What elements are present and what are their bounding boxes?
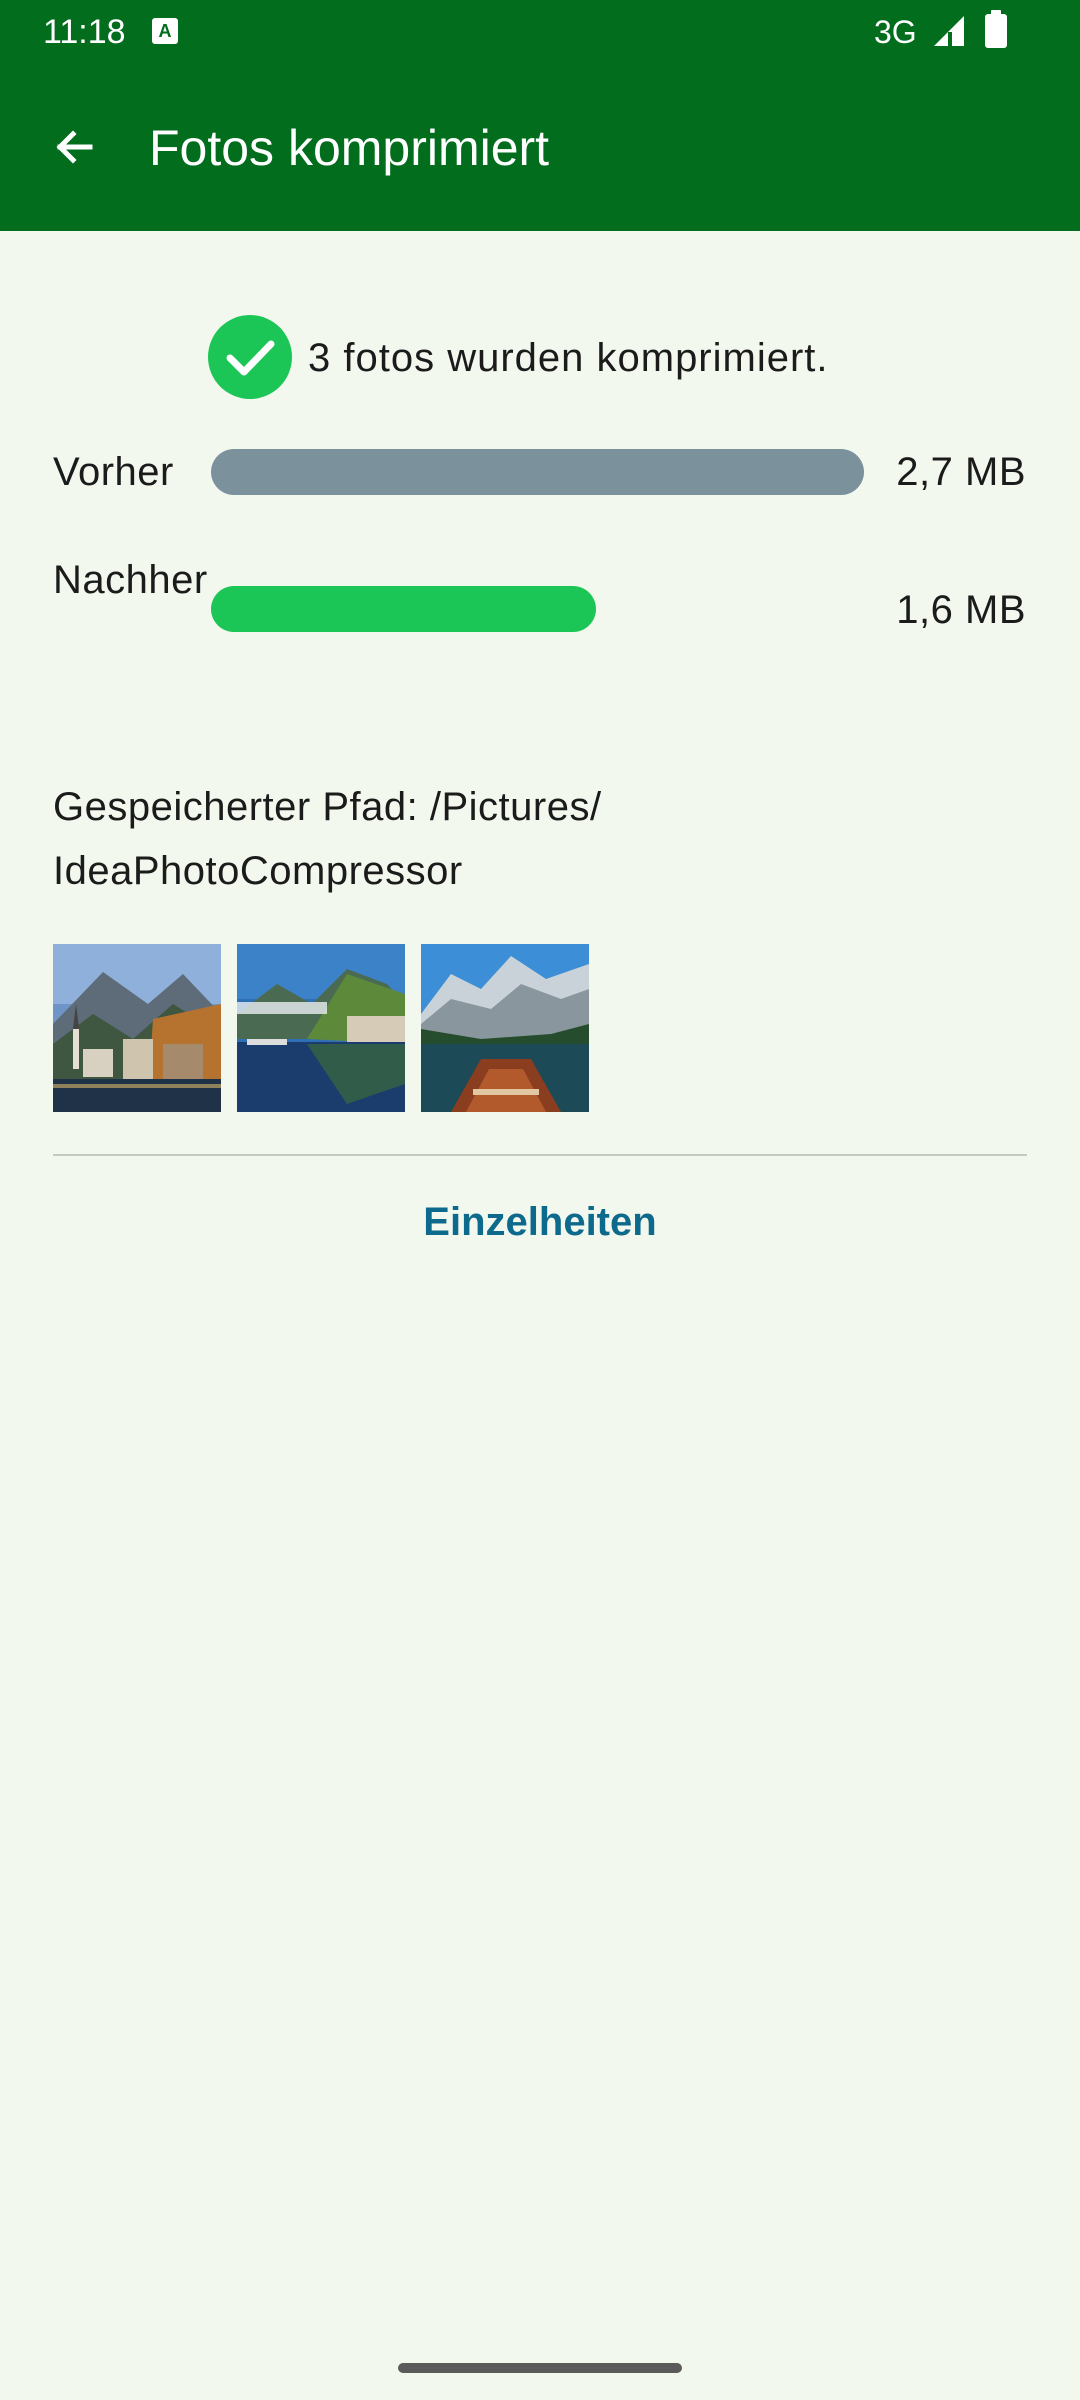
after-bar-fill [211, 586, 597, 632]
battery-icon [985, 10, 1007, 48]
lakeside-village-photo[interactable] [53, 944, 221, 1112]
before-label: Vorher [53, 450, 174, 494]
after-label: Nachher [53, 558, 208, 602]
notification-icon: A [152, 18, 178, 44]
back-button[interactable] [40, 114, 110, 184]
details-button[interactable]: Einzelheiten [340, 1192, 740, 1252]
network-type: 3G [874, 14, 917, 50]
saved-path: Gespeicherter Pfad: /Pictures/ IdeaPhoto… [53, 785, 602, 893]
before-size-bar [211, 449, 864, 495]
result-message: 3 fotos wurden komprimiert. [308, 336, 829, 380]
arrow-left-icon [56, 130, 93, 164]
divider [53, 1154, 1027, 1156]
app-bar: 11:18 A 3G Fotos komprimiert [0, 0, 1080, 231]
page-title: Fotos komprimiert [149, 120, 550, 176]
before-size: 2,7 MB [896, 450, 1026, 494]
boat-mountain-lake-photo[interactable] [421, 944, 589, 1112]
status-time: 11:18 [43, 13, 126, 51]
after-size-bar [211, 586, 864, 632]
after-size: 1,6 MB [896, 588, 1026, 632]
mountain-lake-reflection-photo[interactable] [237, 944, 405, 1112]
check-circle-icon [208, 315, 292, 399]
signal-icon [934, 16, 964, 46]
before-bar-fill [211, 449, 864, 495]
home-indicator[interactable] [398, 2363, 682, 2373]
